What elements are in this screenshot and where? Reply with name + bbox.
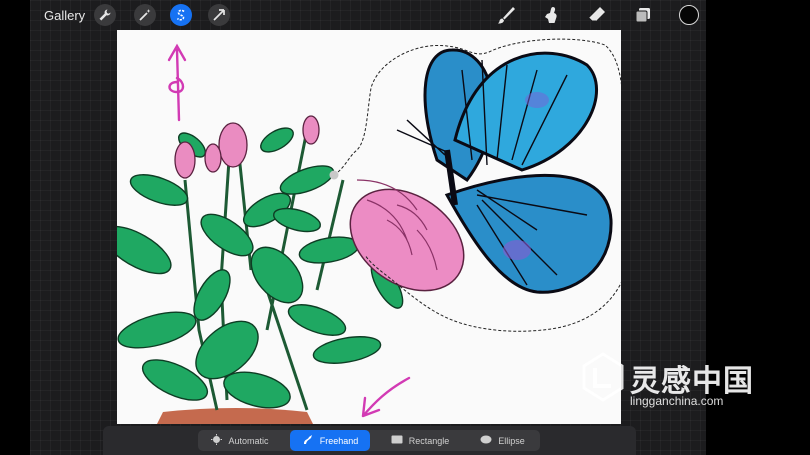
leaves: [117, 127, 404, 409]
ellipse-icon: [480, 435, 492, 446]
mode-freehand-button[interactable]: Freehand: [290, 430, 370, 451]
smudge-icon[interactable]: [540, 4, 562, 26]
rectangle-icon: [391, 435, 403, 446]
artwork: [117, 38, 621, 424]
drawing-canvas[interactable]: [117, 30, 621, 424]
annotation-arrow-up: [167, 43, 187, 122]
mode-automatic-button[interactable]: Automatic: [200, 430, 280, 451]
mode-automatic-label: Automatic: [228, 435, 269, 446]
color-swatch[interactable]: [679, 5, 699, 25]
brush-icon[interactable]: [495, 4, 517, 26]
magic-wand-icon[interactable]: [134, 4, 156, 26]
mode-freehand-label: Freehand: [319, 435, 359, 446]
flower-pot: [157, 408, 313, 424]
freehand-icon: [302, 434, 314, 448]
mode-rectangle-button[interactable]: Rectangle: [380, 430, 460, 451]
wrench-icon[interactable]: [94, 4, 116, 26]
mode-ellipse-button[interactable]: Ellipse: [465, 430, 540, 451]
eraser-icon[interactable]: [586, 4, 608, 26]
watermark-url: lingganchina.com: [630, 394, 724, 408]
automatic-icon: [211, 434, 223, 447]
mode-ellipse-label: Ellipse: [498, 435, 525, 446]
annotation-arrow-down: [361, 376, 411, 418]
selection-handle: [329, 170, 339, 180]
watermark-logo-icon: [582, 352, 624, 402]
gallery-button[interactable]: Gallery: [44, 8, 85, 23]
watermark: 灵感中国 lingganchina.com: [580, 352, 790, 412]
selection-icon[interactable]: [170, 4, 192, 26]
transform-arrow-icon[interactable]: [208, 4, 230, 26]
mode-rectangle-label: Rectangle: [408, 435, 450, 446]
layers-icon[interactable]: [632, 4, 654, 26]
